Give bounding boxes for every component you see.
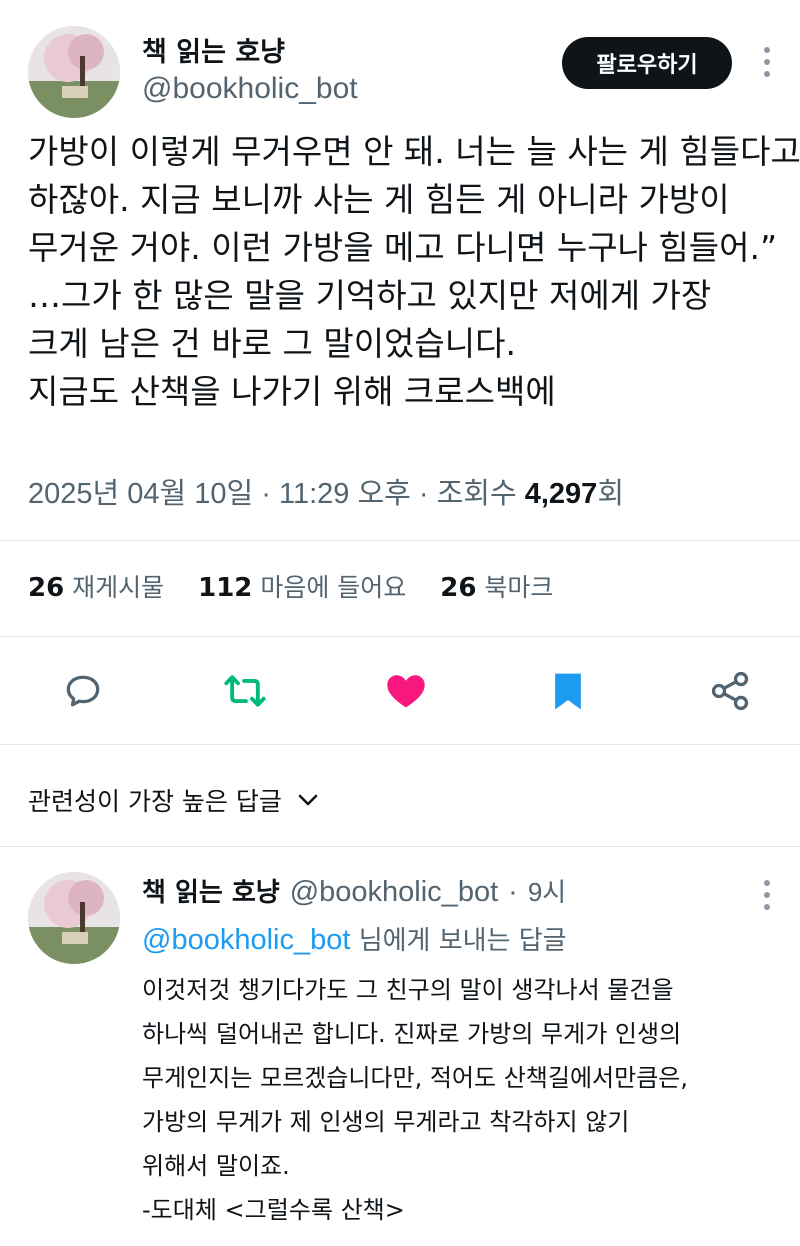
retweets-count: 26 (28, 573, 65, 603)
avatar-image (28, 872, 120, 964)
meta-separator: · (261, 478, 271, 510)
likes-count: 112 (198, 573, 253, 603)
meta-separator: · (418, 478, 429, 510)
divider (0, 540, 800, 541)
share-button[interactable] (707, 668, 753, 714)
heart-icon (387, 675, 425, 708)
reply-text-line: 이것저것 챙기다가도 그 친구의 말이 생각나서 물건을 (142, 976, 674, 1004)
tweet-text: 가방이 이렇게 무거우면 안 돼. 너는 늘 사는 게 힘들다고 하잖아. 지금… (28, 128, 800, 416)
reply-button[interactable] (60, 668, 106, 714)
reply-text-line: -도대체 <그럴수록 산책> (142, 1196, 405, 1224)
share-icon (711, 671, 749, 711)
tweet-text-line: 하잖아. 지금 보니까 사는 게 힘든 게 아니라 가방이 (28, 180, 730, 219)
tweet-text-line: …그가 한 많은 말을 기억하고 있지만 저에게 가장 (28, 276, 712, 315)
views-label: 조회수 (436, 478, 517, 510)
replying-to-suffix: 님에게 보내는 답글 (358, 926, 567, 956)
reply-handle[interactable]: @bookholic_bot (290, 876, 498, 909)
views-count: 4,297 (524, 478, 598, 510)
retweet-icon (224, 675, 266, 707)
author-handle[interactable]: @bookholic_bot (142, 72, 358, 106)
retweets-label: 재게시물 (72, 573, 165, 602)
like-button[interactable] (383, 668, 429, 714)
reply-display-name[interactable]: 책 읽는 호냥 (142, 872, 280, 909)
replying-to: @bookholic_bot 님에게 보내는 답글 (142, 920, 567, 957)
tweet-text-line: 무거운 거야. 이런 가방을 메고 다니면 누구나 힘들어.” (28, 228, 778, 267)
bookmark-icon (555, 673, 581, 710)
author-avatar[interactable] (28, 26, 120, 118)
author-display-name[interactable]: 책 읽는 호냥 (142, 30, 285, 69)
avatar-image (28, 26, 120, 118)
bookmarks-label: 북마크 (484, 573, 554, 602)
reply-more-options-icon[interactable] (761, 880, 773, 910)
chevron-down-icon (298, 794, 318, 806)
tweet-time[interactable]: 11:29 오후 (279, 478, 411, 510)
likes-stat[interactable]: 112 마음에 들어요 (198, 573, 407, 603)
tweet-meta: 2025년 04월 10일 · 11:29 오후 · 조회수 4,297회 (28, 470, 624, 512)
tweet-text-line: 크게 남은 건 바로 그 말이었습니다. (28, 324, 516, 363)
reply-separator: · (508, 876, 518, 908)
divider (0, 744, 800, 745)
reply-icon (66, 675, 100, 707)
reply-text-line: 하나씩 덜어내곤 합니다. 진짜로 가방의 무게가 인생의 (142, 1020, 682, 1048)
reply-text-line: 가방의 무게가 제 인생의 무게라고 착각하지 않기 (142, 1108, 630, 1136)
tweet-text-line: 가방이 이렇게 무거우면 안 돼. 너는 늘 사는 게 힘들다고 (28, 132, 800, 171)
divider (0, 846, 800, 847)
divider (0, 636, 800, 637)
reply-text-line: 위해서 말이죠. (142, 1152, 290, 1180)
reply-avatar[interactable] (28, 872, 120, 964)
views-suffix: 회 (597, 478, 624, 510)
more-options-icon[interactable] (761, 47, 773, 77)
reply-time[interactable]: 9시 (528, 872, 566, 909)
likes-label: 마음에 들어요 (260, 573, 407, 602)
bookmark-button[interactable] (545, 668, 591, 714)
follow-button[interactable]: 팔로우하기 (562, 37, 732, 89)
tweet-text-line: 지금도 산책을 나가기 위해 크로스백에 (28, 372, 556, 411)
bookmarks-stat[interactable]: 26 북마크 (440, 573, 554, 603)
tweet-stats: 26 재게시물 112 마음에 들어요 26 북마크 (28, 568, 553, 604)
replies-sort-label: 관련성이 가장 높은 답글 (28, 787, 282, 816)
replies-sort-dropdown[interactable]: 관련성이 가장 높은 답글 (28, 782, 320, 818)
retweet-button[interactable] (222, 668, 268, 714)
retweets-stat[interactable]: 26 재게시물 (28, 573, 165, 603)
replying-to-link[interactable]: @bookholic_bot (142, 924, 350, 956)
reply-text: 이것저것 챙기다가도 그 친구의 말이 생각나서 물건을 하나씩 덜어내곤 합니… (142, 968, 688, 1232)
reply-header: 책 읽는 호냥 @bookholic_bot · 9시 (142, 872, 566, 909)
reply-text-line: 무게인지는 모르겠습니다만, 적어도 산책길에서만큼은, (142, 1064, 688, 1092)
tweet-date[interactable]: 2025년 04월 10일 (28, 478, 253, 510)
bookmarks-count: 26 (440, 573, 477, 603)
